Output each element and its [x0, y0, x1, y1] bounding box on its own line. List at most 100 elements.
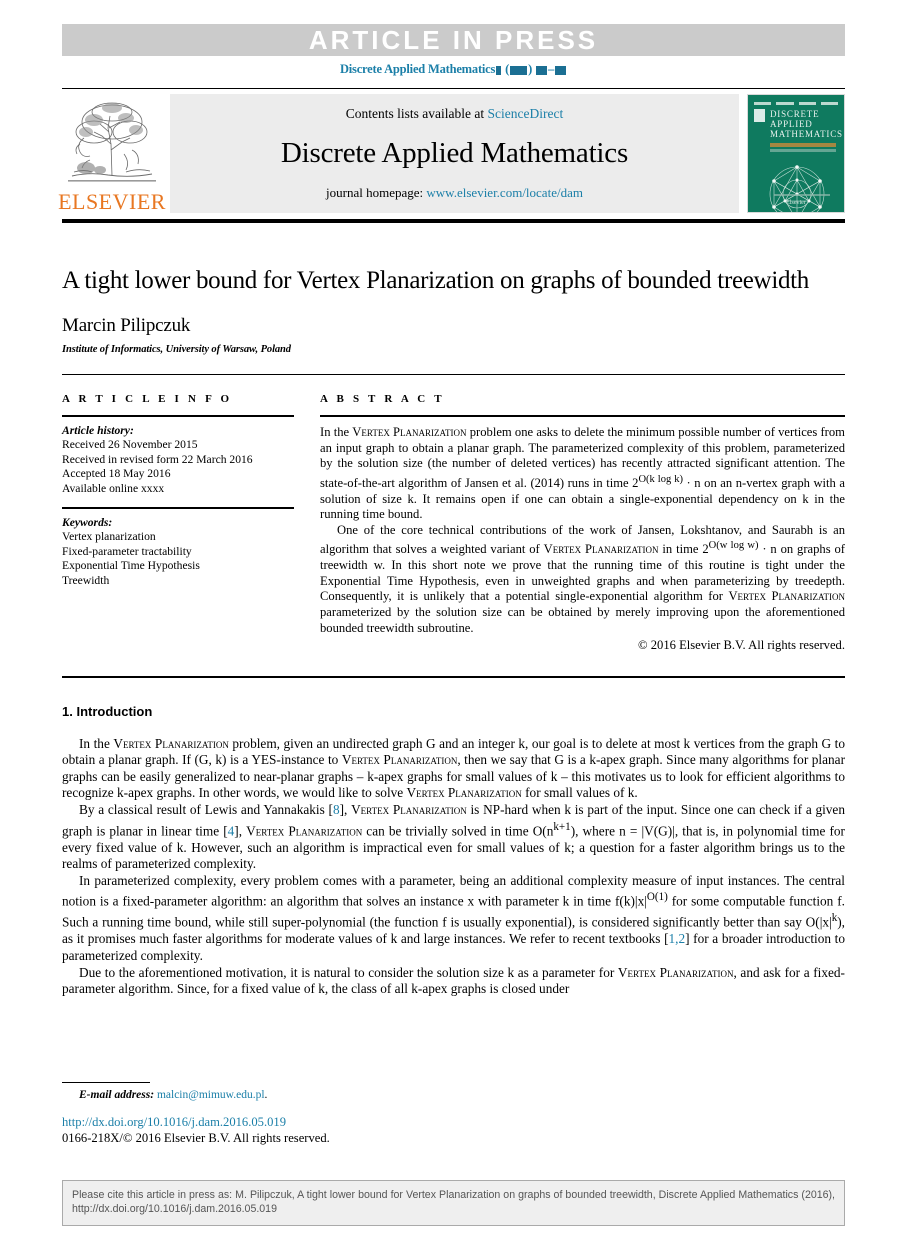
elsevier-tree-icon: [68, 100, 156, 182]
cover-subtitle-bar: [770, 143, 836, 147]
abstract-body: In the Vertex Planarization problem one …: [320, 425, 845, 654]
footnote-email-line: E-mail address: malcin@mimuw.edu.pl.: [62, 1089, 845, 1101]
article-history-item: Received 26 November 2015: [62, 438, 198, 452]
journal-masthead: ELSEVIER Contents lists available at Sci…: [58, 94, 845, 213]
cover-elsevier-mark: [754, 109, 765, 122]
abs-p1-exponent: O(k log k): [638, 473, 683, 485]
keywords-rule: [62, 507, 294, 510]
issue-placeholder-1: [496, 65, 502, 75]
journal-cover-thumbnail: DISCRETE APPLIED MATHEMATICS Elsevier: [747, 94, 845, 213]
cover-footer-label: Elsevier: [786, 200, 806, 206]
elsevier-wordmark: ELSEVIER: [58, 189, 166, 214]
info-abstract-row: A R T I C L E I N F O Article history: R…: [62, 393, 845, 654]
cite-this-article-text: Please cite this article in press as: M.…: [72, 1189, 835, 1215]
article-in-press-banner: ARTICLE IN PRESS: [62, 24, 845, 56]
intro-paragraph-3: In parameterized complexity, every probl…: [62, 873, 845, 965]
keyword-item: Vertex planarization: [62, 530, 156, 544]
intro-p3-exponent-1: O(1): [646, 891, 668, 904]
doi-link[interactable]: http://dx.doi.org/10.1016/j.dam.2016.05.…: [62, 1115, 845, 1130]
abstract-copyright: © 2016 Elsevier B.V. All rights reserved…: [638, 638, 845, 653]
article-in-press-label: ARTICLE IN PRESS: [308, 25, 599, 55]
cover-title-line-2: APPLIED: [770, 119, 813, 129]
abs-p2-exponent: O(w log w): [708, 540, 759, 552]
cover-title-line-1: DISCRETE: [770, 109, 820, 119]
intro-p2-a: By a classical result of Lewis and Yanna…: [79, 802, 333, 818]
intro-p1-smallcaps-2: Vertex Planarization: [341, 752, 458, 768]
cover-title: DISCRETE APPLIED MATHEMATICS: [770, 109, 843, 139]
abstract-heading: A B S T R A C T: [320, 393, 445, 405]
cover-topbar: [754, 100, 838, 107]
article-history-item: Available online xxxx: [62, 481, 165, 495]
intro-paragraph-1: In the Vertex Planarization problem, giv…: [62, 736, 845, 802]
citation-link-8[interactable]: 8: [333, 802, 340, 817]
issn-copyright-line: 0166-218X/© 2016 Elsevier B.V. All right…: [62, 1131, 330, 1145]
intro-p2-d: ],: [234, 823, 247, 839]
email-link[interactable]: malcin@mimuw.edu.pl: [157, 1089, 265, 1101]
elsevier-logo: ELSEVIER: [58, 94, 165, 213]
article-history-item: Received in revised form 22 March 2016: [62, 452, 253, 466]
keyword-item: Treewidth: [62, 573, 110, 587]
article-info-heading: A R T I C L E I N F O: [62, 393, 233, 405]
abs-p2-smallcaps-2: Vertex Planarization: [728, 589, 845, 604]
intro-p4-smallcaps-1: Vertex Planarization: [617, 964, 734, 980]
cite-this-article-box: Please cite this article in press as: M.…: [62, 1180, 845, 1226]
abstract-rule: [320, 415, 845, 417]
intro-paragraph-4: Due to the aforementioned motivation, it…: [62, 965, 845, 998]
keywords-label: Keywords:: [62, 516, 113, 530]
page-title: A tight lower bound for Vertex Planariza…: [62, 267, 810, 294]
intro-p1-a: In the: [79, 735, 114, 751]
abstract-paragraph-1: In the Vertex Planarization problem one …: [320, 425, 845, 523]
abs-p1-a: In the: [320, 425, 353, 439]
issue-placeholder-4: [555, 65, 567, 75]
title-block: A tight lower bound for Vertex Planariza…: [62, 265, 845, 355]
masthead-bottom-rule: [62, 219, 845, 223]
article-history-label: Article history:: [62, 424, 134, 437]
intro-p2-b: ],: [339, 802, 352, 818]
homepage-line: journal homepage: www.elsevier.com/locat…: [170, 185, 739, 201]
journal-homepage-link[interactable]: www.elsevier.com/locate/dam: [426, 185, 583, 200]
article-info-column: A R T I C L E I N F O Article history: R…: [62, 393, 320, 654]
issue-placeholder-2: [510, 65, 528, 75]
homepage-label: journal homepage:: [326, 185, 424, 200]
abs-p2-b: in time 2: [658, 542, 709, 557]
journal-reference-name: Discrete Applied Mathematics: [339, 62, 496, 76]
section-heading-introduction: 1. Introduction: [62, 703, 153, 719]
abs-p2-d: parameterized by the solution size can b…: [320, 604, 845, 635]
article-info-rule: [62, 415, 294, 417]
abs-p2-smallcaps-1: Vertex Planarization: [543, 542, 659, 557]
keyword-item: Exponential Time Hypothesis: [62, 559, 200, 573]
abs-p1-smallcaps: Vertex Planarization: [352, 425, 467, 439]
introduction-body: In the Vertex Planarization problem, giv…: [62, 736, 845, 998]
cover-footer-rule: [774, 194, 830, 196]
citation-link-1-2[interactable]: 1,2: [669, 931, 686, 946]
intro-p2-exponent: k+1: [553, 820, 571, 833]
paper-page: ARTICLE IN PRESS Discrete Applied Mathem…: [0, 0, 907, 1238]
journal-info-box: Contents lists available at ScienceDirec…: [170, 94, 739, 213]
intro-p1-smallcaps-1: Vertex Planarization: [113, 735, 229, 751]
intro-p1-d: for small values of k.: [521, 785, 638, 801]
keywords-block: Keywords: Vertex planarization Fixed-par…: [62, 516, 294, 588]
sciencedirect-link[interactable]: ScienceDirect: [488, 106, 564, 121]
intro-p4-a: Due to the aforementioned motivation, it…: [79, 964, 618, 980]
abstract-paragraph-2: One of the core technical contributions …: [320, 523, 845, 636]
cover-subtitle-bar-2: [770, 149, 836, 152]
contents-label: Contents lists available at: [345, 106, 485, 121]
abstract-bottom-rule: [62, 675, 845, 678]
article-history-item: Accepted 18 May 2016: [62, 467, 171, 481]
intro-p2-smallcaps-1: Vertex Planarization: [351, 802, 467, 818]
masthead-top-rule: [62, 88, 845, 89]
title-bottom-rule: [62, 374, 845, 375]
keyword-item: Fixed-parameter tractability: [62, 544, 192, 558]
abstract-column: A B S T R A C T In the Vertex Planarizat…: [320, 393, 845, 654]
page-footnote: E-mail address: malcin@mimuw.edu.pl. htt…: [62, 1082, 845, 1146]
email-label: E-mail address:: [79, 1089, 155, 1101]
intro-p2-smallcaps-2: Vertex Planarization: [246, 823, 363, 839]
page-content: ARTICLE IN PRESS Discrete Applied Mathem…: [58, 0, 845, 998]
journal-reference-line: Discrete Applied Mathematics () –: [62, 62, 845, 77]
intro-p1-smallcaps-3: Vertex Planarization: [406, 785, 522, 801]
intro-p2-e: can be trivially solved in time O(n: [362, 823, 554, 839]
article-history-block: Article history: Received 26 November 20…: [62, 424, 294, 496]
cover-title-line-3: MATHEMATICS: [770, 129, 843, 139]
footnote-rule: [62, 1082, 150, 1083]
author-name: Marcin Pilipczuk: [62, 315, 191, 336]
